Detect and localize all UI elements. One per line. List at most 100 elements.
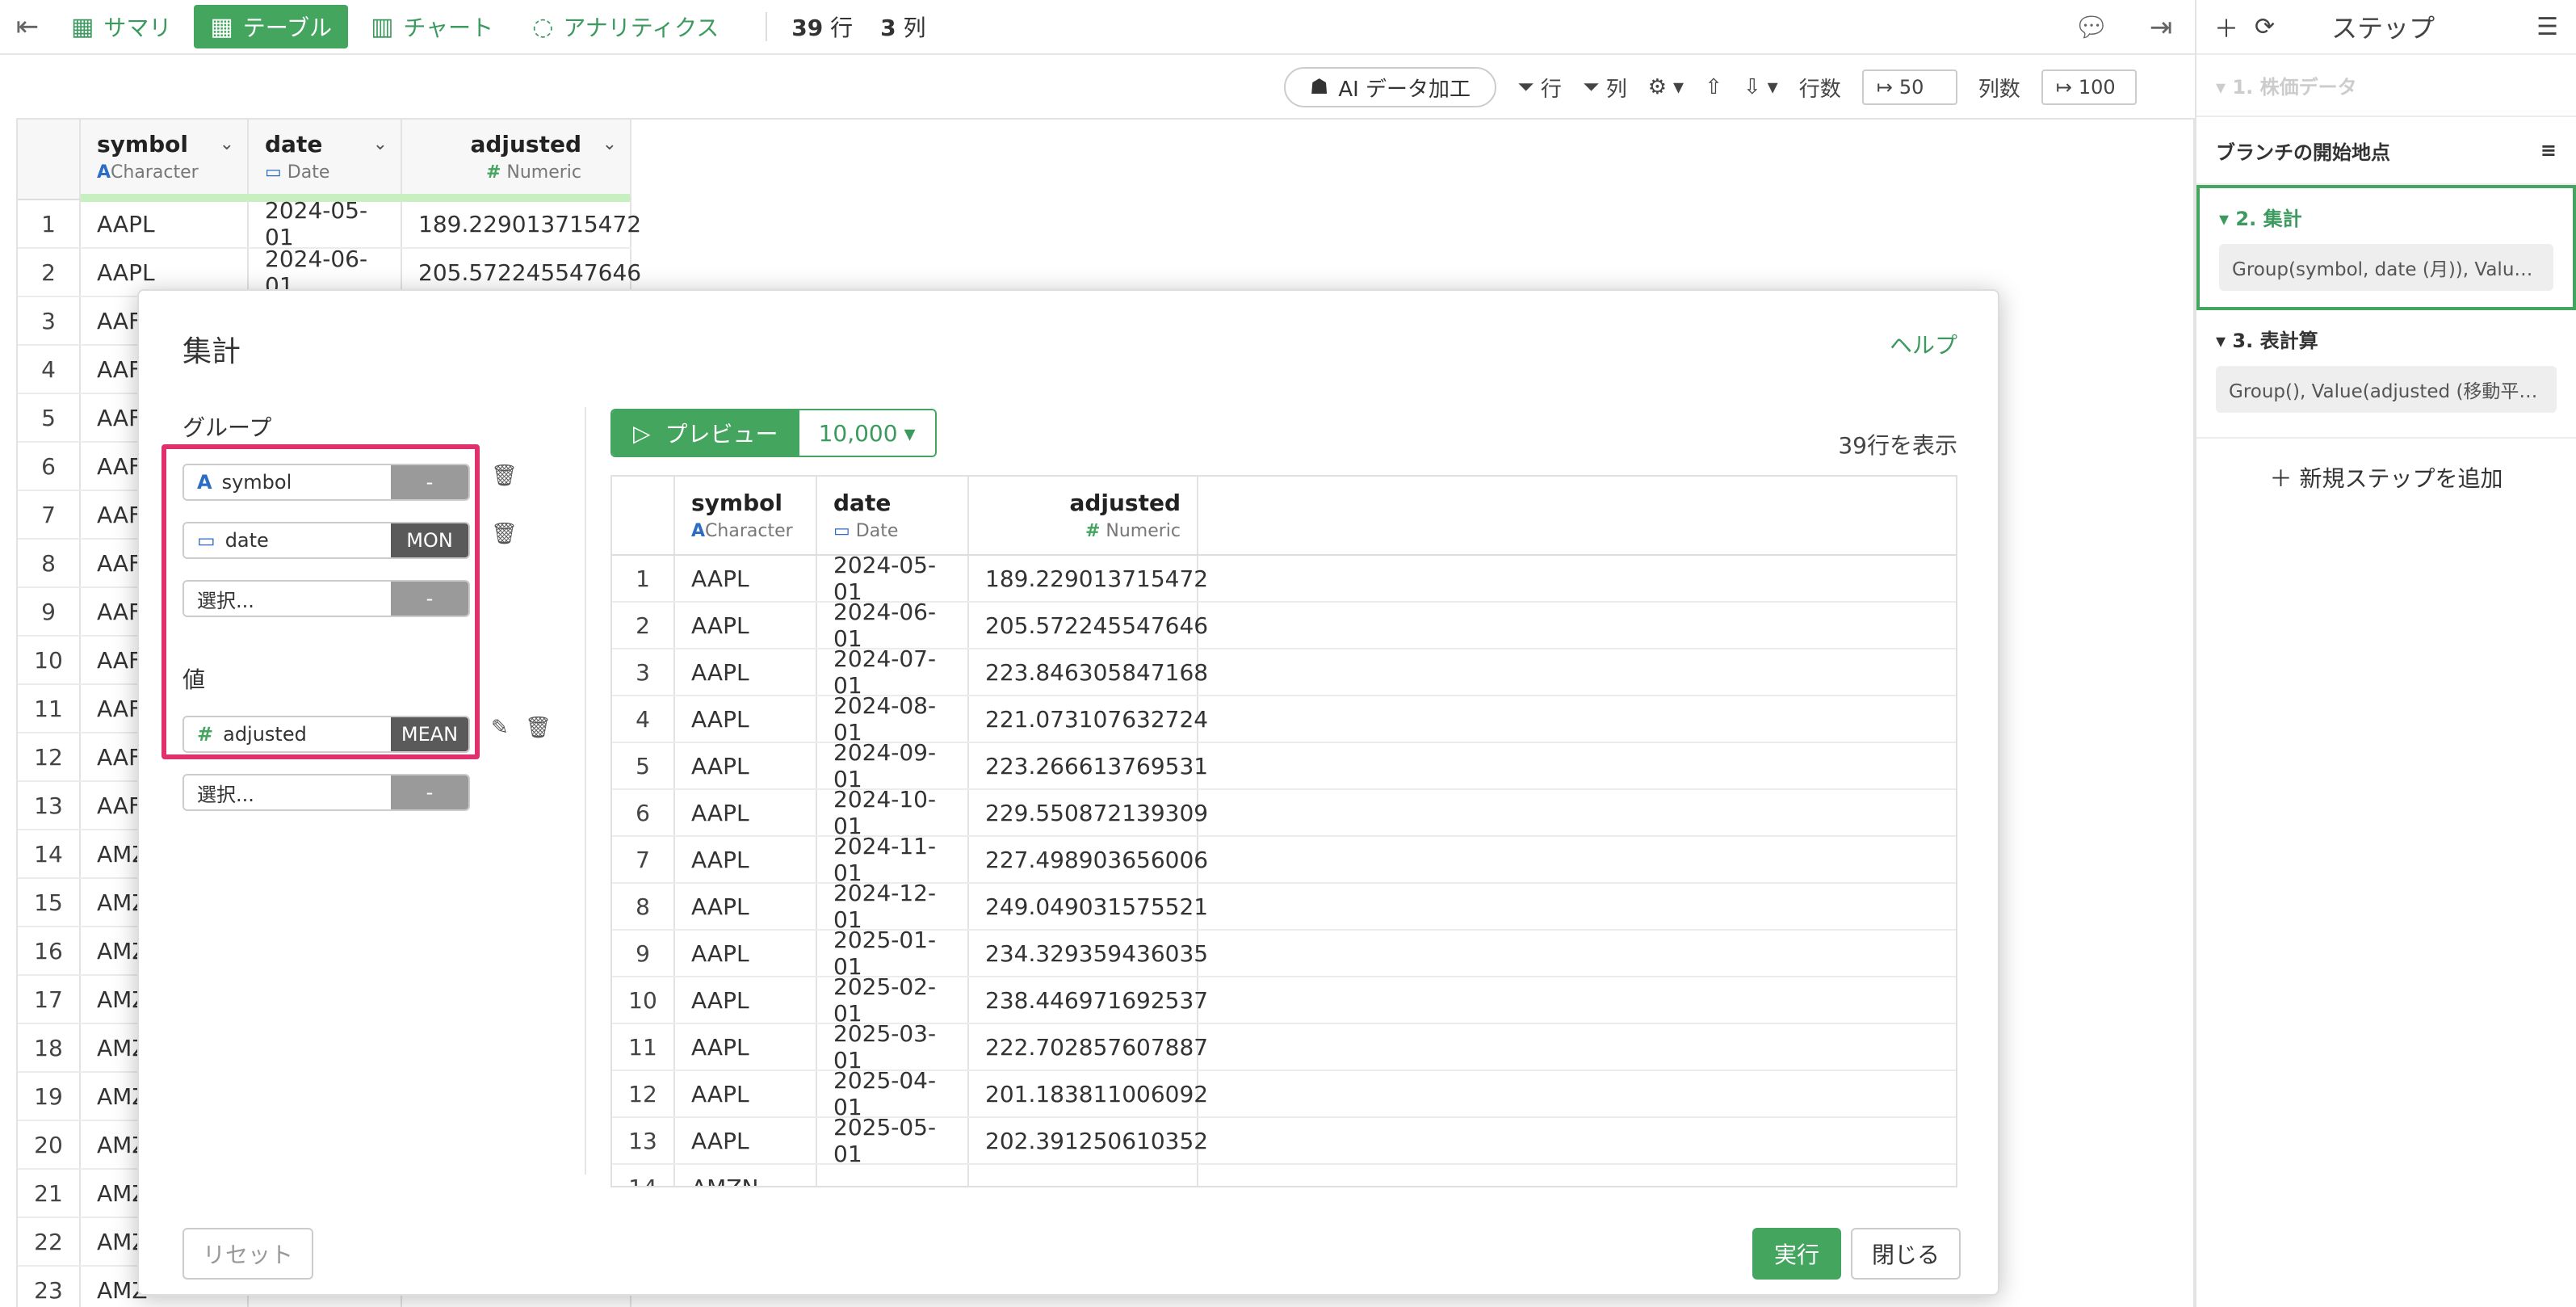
row-number: 12 xyxy=(612,1071,675,1116)
cell-date: 2024-08-01 xyxy=(817,692,969,746)
cols-label: 列数 xyxy=(1978,77,2020,102)
row-number: 7 xyxy=(18,491,81,538)
tab-table-label: テーブル xyxy=(242,15,333,41)
table-row: 12 AAPL 2025-04-01 201.183811006092 xyxy=(612,1067,1956,1120)
column-header-symbol[interactable]: symbol ACharacter ⌄ xyxy=(81,120,249,199)
branch-start: ブランチの開始地点 ≡ xyxy=(2196,116,2576,185)
character-type-icon: A xyxy=(97,162,111,183)
row-number: 8 xyxy=(612,884,675,929)
preview-button-group: ▷ プレビュー 10,000 ▾ xyxy=(610,409,937,457)
sliders-icon[interactable]: ☰ xyxy=(2536,13,2558,41)
upload-button[interactable]: ⇧ xyxy=(1705,75,1722,99)
trash-icon[interactable]: 🗑︎ xyxy=(491,522,518,546)
branch-label: ブランチの開始地点 xyxy=(2216,141,2390,164)
tab-analytics-label: アナリティクス xyxy=(563,15,720,41)
column-name: date xyxy=(265,131,323,158)
cell-adjusted: 202.391250610352 xyxy=(969,1118,1208,1163)
lightbulb-icon: ◌ xyxy=(532,12,554,41)
dialog-title: 集計 xyxy=(183,335,241,368)
download-dropdown[interactable]: ⇩ ▾ xyxy=(1743,75,1778,99)
step-aggregate[interactable]: ▾ 2. 集計 Group(symbol, date (月)), Value(a… xyxy=(2196,185,2576,310)
column-type: ▭ Date xyxy=(265,162,330,183)
row-number: 4 xyxy=(18,346,81,393)
step-table-calc[interactable]: ▾ 3. 表計算 Group(), Value(adjusted (移動平均)) xyxy=(2196,310,2576,429)
row-number: 5 xyxy=(612,743,675,788)
help-link[interactable]: ヘルプ xyxy=(1890,328,1957,360)
tab-chart[interactable]: ▥ チャート xyxy=(355,5,510,48)
chevron-down-icon[interactable]: ⌄ xyxy=(373,134,388,154)
preview-count-dropdown[interactable]: 10,000 ▾ xyxy=(799,410,935,456)
tab-summary[interactable]: ▦ サマリ xyxy=(55,5,187,48)
cols-value: 100 xyxy=(2078,76,2116,99)
cell-symbol: AAPL xyxy=(675,603,817,648)
rows-input[interactable]: ↦ 50 xyxy=(1861,69,1957,105)
trash-icon[interactable]: 🗑︎ xyxy=(525,716,552,740)
numeric-type-icon: # xyxy=(485,162,501,183)
column-name: symbol xyxy=(97,131,188,158)
cell-adjusted: 223.266613769531 xyxy=(969,743,1208,788)
table-header: symbol ACharacter ⌄ date ▭ Date ⌄ adjust… xyxy=(18,120,631,202)
settings-dropdown[interactable]: ⚙ ▾ xyxy=(1648,75,1684,99)
step-source[interactable]: ▾ 1. 株価データ xyxy=(2196,55,2576,116)
comment-icon[interactable]: 💬︎ xyxy=(2064,0,2119,55)
filter-icon: ⏷ xyxy=(1517,74,1534,99)
cell-adjusted: 234.329359436035 xyxy=(969,931,1208,976)
cell-date xyxy=(817,1165,969,1186)
reset-button[interactable]: リセット xyxy=(183,1228,313,1280)
edit-icon[interactable]: ✎ xyxy=(491,716,509,740)
row-number: 2 xyxy=(18,249,81,296)
collapse-right-icon[interactable]: ⇥ xyxy=(2133,0,2188,55)
cell-adjusted: 221.073107632724 xyxy=(969,696,1208,742)
app-root: ⇤ ▦ サマリ ▦ テーブル ▥ チャート ◌ アナリティクス 39 行 3 列… xyxy=(0,0,2576,1307)
preview-button[interactable]: ▷ プレビュー xyxy=(612,410,799,456)
preview-label: プレビュー xyxy=(665,421,778,448)
cell-adjusted xyxy=(969,1165,1198,1186)
row-filter-button[interactable]: ⏷ 行 xyxy=(1517,73,1562,103)
column-name: adjusted xyxy=(470,131,581,158)
cell-symbol: AMZN xyxy=(675,1165,817,1186)
caret-down-icon: ▾ xyxy=(1673,75,1684,99)
field-label: 選択... xyxy=(184,775,391,809)
tab-table[interactable]: ▦ テーブル xyxy=(194,5,349,48)
collapse-left-icon[interactable]: ⇤ xyxy=(0,0,55,54)
ai-data-label: AI データ加工 xyxy=(1338,77,1471,102)
step-formula: Group(), Value(adjusted (移動平均)) xyxy=(2216,366,2557,413)
chevron-down-icon[interactable]: ⌄ xyxy=(220,134,234,154)
menu-icon[interactable]: ≡ xyxy=(2540,139,2557,162)
cell-symbol: AAPL xyxy=(675,556,817,601)
tab-analytics[interactable]: ◌ アナリティクス xyxy=(516,5,735,48)
aggregate-dialog: 集計 ヘルプ グループ Asymbol - 🗑︎ ▭ date MON 🗑︎ 選択… xyxy=(137,289,1999,1296)
tab-summary-label: サマリ xyxy=(103,15,172,41)
top-bar: ⇤ ▦ サマリ ▦ テーブル ▥ チャート ◌ アナリティクス 39 行 3 列… xyxy=(0,0,2195,55)
column-type: ACharacter xyxy=(97,162,199,183)
calendar-icon: ▭ xyxy=(265,162,282,183)
row-number: 13 xyxy=(18,782,81,829)
ai-data-button[interactable]: ☗ AI データ加工 xyxy=(1284,67,1497,107)
column-filter-button[interactable]: ⏷ 列 xyxy=(1583,73,1627,103)
steps-panel: ＋ ⟳ ステップ ☰ ▾ 1. 株価データ ブランチの開始地点 ≡ ▾ 2. 集… xyxy=(2195,0,2576,1307)
cell-date: 2025-04-01 xyxy=(817,1067,969,1120)
value-field-select[interactable]: 選択... - xyxy=(183,774,470,811)
row-number: 1 xyxy=(612,556,675,601)
cols-input[interactable]: ↦ 100 xyxy=(2041,69,2137,105)
table-row: 11 AAPL 2025-03-01 222.702857607887 xyxy=(612,1020,1956,1074)
cell-adjusted: 229.550872139309 xyxy=(969,790,1208,835)
divider xyxy=(585,407,586,1175)
row-number: 6 xyxy=(612,790,675,835)
add-step-button[interactable]: ＋ 新規ステップを追加 xyxy=(2196,461,2576,494)
divider xyxy=(2196,437,2576,439)
rows-shown: 39行を表示 xyxy=(1838,432,1957,459)
agg-select[interactable]: - xyxy=(391,775,468,809)
row-number: 6 xyxy=(18,443,81,490)
refresh-icon[interactable]: ⟳ xyxy=(2255,13,2275,41)
cell-adjusted: 201.183811006092 xyxy=(969,1071,1208,1116)
column-header-date[interactable]: date ▭ Date ⌄ xyxy=(249,120,402,199)
trash-icon[interactable]: 🗑︎ xyxy=(491,464,518,488)
plus-icon[interactable]: ＋ xyxy=(2214,9,2238,44)
row-number: 1 xyxy=(18,200,81,247)
column-header-adjusted[interactable]: adjusted # Numeric ⌄ xyxy=(402,120,631,199)
chevron-down-icon[interactable]: ⌄ xyxy=(602,134,617,154)
run-button[interactable]: 実行 xyxy=(1752,1228,1841,1280)
close-button[interactable]: 閉じる xyxy=(1851,1228,1961,1280)
row-number: 4 xyxy=(612,696,675,742)
